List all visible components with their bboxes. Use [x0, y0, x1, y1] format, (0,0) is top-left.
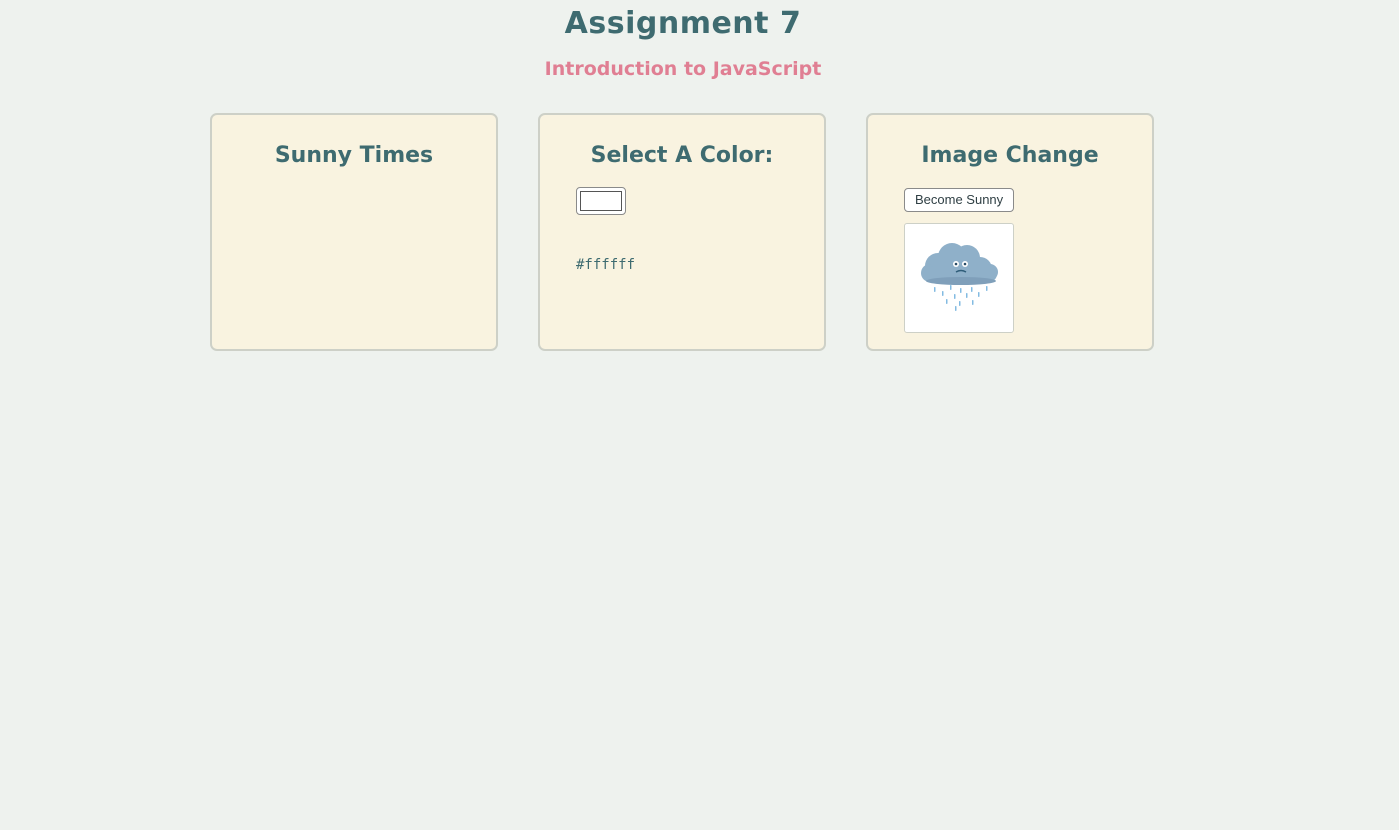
become-sunny-button[interactable]: Become Sunny	[904, 188, 1015, 212]
weather-image	[904, 223, 1014, 333]
color-picker-card: Select A Color: #ffffff	[538, 113, 826, 351]
sunny-times-title: Sunny Times	[274, 143, 434, 168]
color-swatch	[580, 191, 622, 211]
color-picker-input[interactable]	[576, 187, 626, 215]
rain-cloud-icon	[921, 243, 998, 311]
sunny-times-card: Sunny Times	[210, 113, 498, 351]
color-value-text: #ffffff	[576, 257, 636, 273]
image-change-card: Image Change Become Sunny	[866, 113, 1154, 351]
page: Assignment 7 Introduction to JavaScript …	[0, 0, 1399, 830]
page-subtitle: Introduction to JavaScript	[544, 58, 822, 80]
image-change-title: Image Change	[921, 143, 1099, 168]
color-picker-title: Select A Color:	[590, 143, 774, 168]
page-title: Assignment 7	[564, 6, 802, 41]
